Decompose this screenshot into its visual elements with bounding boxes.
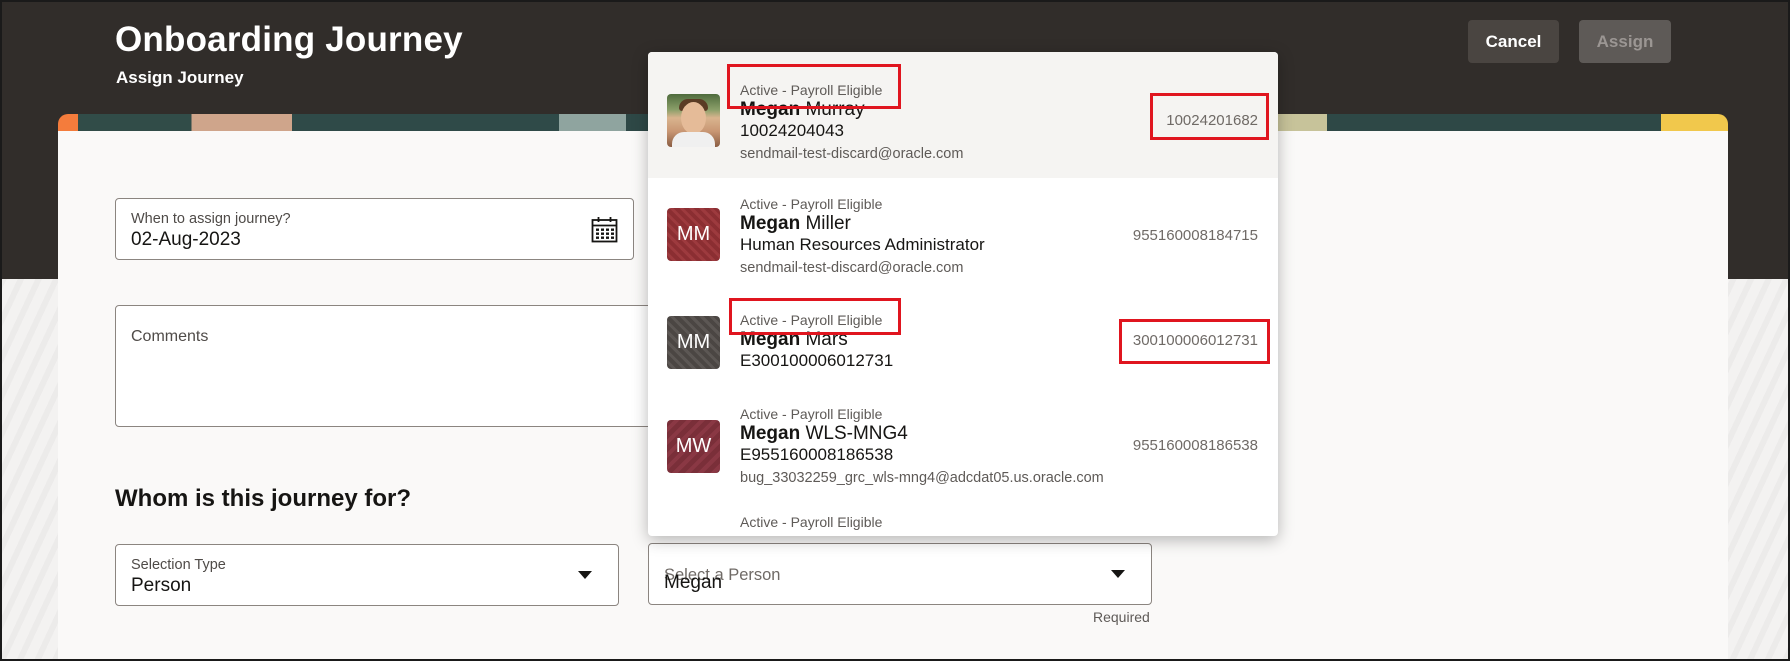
person-number: E300100006012731 [740,351,894,370]
assign-button[interactable]: Assign [1579,20,1671,63]
person-name: Megan Mars [740,329,848,350]
person-id: 955160008186538 [1132,437,1258,454]
person-dropdown-list: Active - Payroll Eligible Megan Murray 1… [648,52,1278,536]
assign-date-field[interactable]: When to assign journey? 02-Aug-2023 [115,198,634,260]
person-email: bug_33032259_grc_wls-mng4@adcdat05.us.or… [740,470,1104,486]
avatar [667,94,720,147]
person-status: Active - Payroll Eligible [740,514,883,530]
person-number: 10024204043 [740,121,845,140]
list-item[interactable]: MM Active - Payroll Eligible Megan Mille… [648,178,1278,290]
list-item[interactable]: Active - Payroll Eligible [648,504,1278,536]
person-number: E955160008186538 [740,445,894,464]
person-name: Megan Miller [740,213,851,234]
person-status: Active - Payroll Eligible [740,82,883,98]
chevron-down-icon[interactable] [1111,570,1125,578]
assign-date-label: When to assign journey? [131,211,291,227]
person-status: Active - Payroll Eligible [740,312,883,328]
person-search-value[interactable]: Megan [664,572,722,594]
person-id: 10024201682 [1166,112,1258,129]
person-select-input[interactable]: Select a Person Megan [648,543,1152,605]
avatar: MM [667,316,720,369]
avatar: MW [667,420,720,473]
comments-label: Comments [131,328,209,345]
list-item[interactable]: MW Active - Payroll Eligible Megan WLS-M… [648,390,1278,504]
person-email: sendmail-test-discard@oracle.com [740,146,964,162]
list-item[interactable]: MM Active - Payroll Eligible Megan Mars … [648,290,1278,390]
chevron-down-icon[interactable] [578,571,592,579]
person-id: 300100006012731 [1132,332,1258,349]
comments-field[interactable]: Comments [115,305,675,427]
avatar: MM [667,208,720,261]
section-title: Whom is this journey for? [115,485,412,512]
person-status: Active - Payroll Eligible [740,196,883,212]
assign-date-value[interactable]: 02-Aug-2023 [131,229,241,251]
page-title: Onboarding Journey [115,20,463,59]
person-id: 955160008184715 [1132,227,1258,244]
cancel-button[interactable]: Cancel [1468,20,1559,63]
selection-type-label: Selection Type [131,557,226,573]
person-name: Megan Murray [740,99,865,120]
person-job-title: Human Resources Administrator [740,235,985,254]
page-subtitle: Assign Journey [116,68,244,87]
required-note: Required [1093,609,1150,625]
selection-type-value: Person [131,575,192,596]
person-name: Megan WLS-MNG4 [740,423,908,444]
list-item[interactable]: Active - Payroll Eligible Megan Murray 1… [648,52,1278,178]
calendar-icon[interactable] [591,216,618,243]
person-status: Active - Payroll Eligible [740,406,883,422]
person-email: sendmail-test-discard@oracle.com [740,260,964,276]
selection-type-select[interactable]: Selection Type Person [115,544,619,606]
